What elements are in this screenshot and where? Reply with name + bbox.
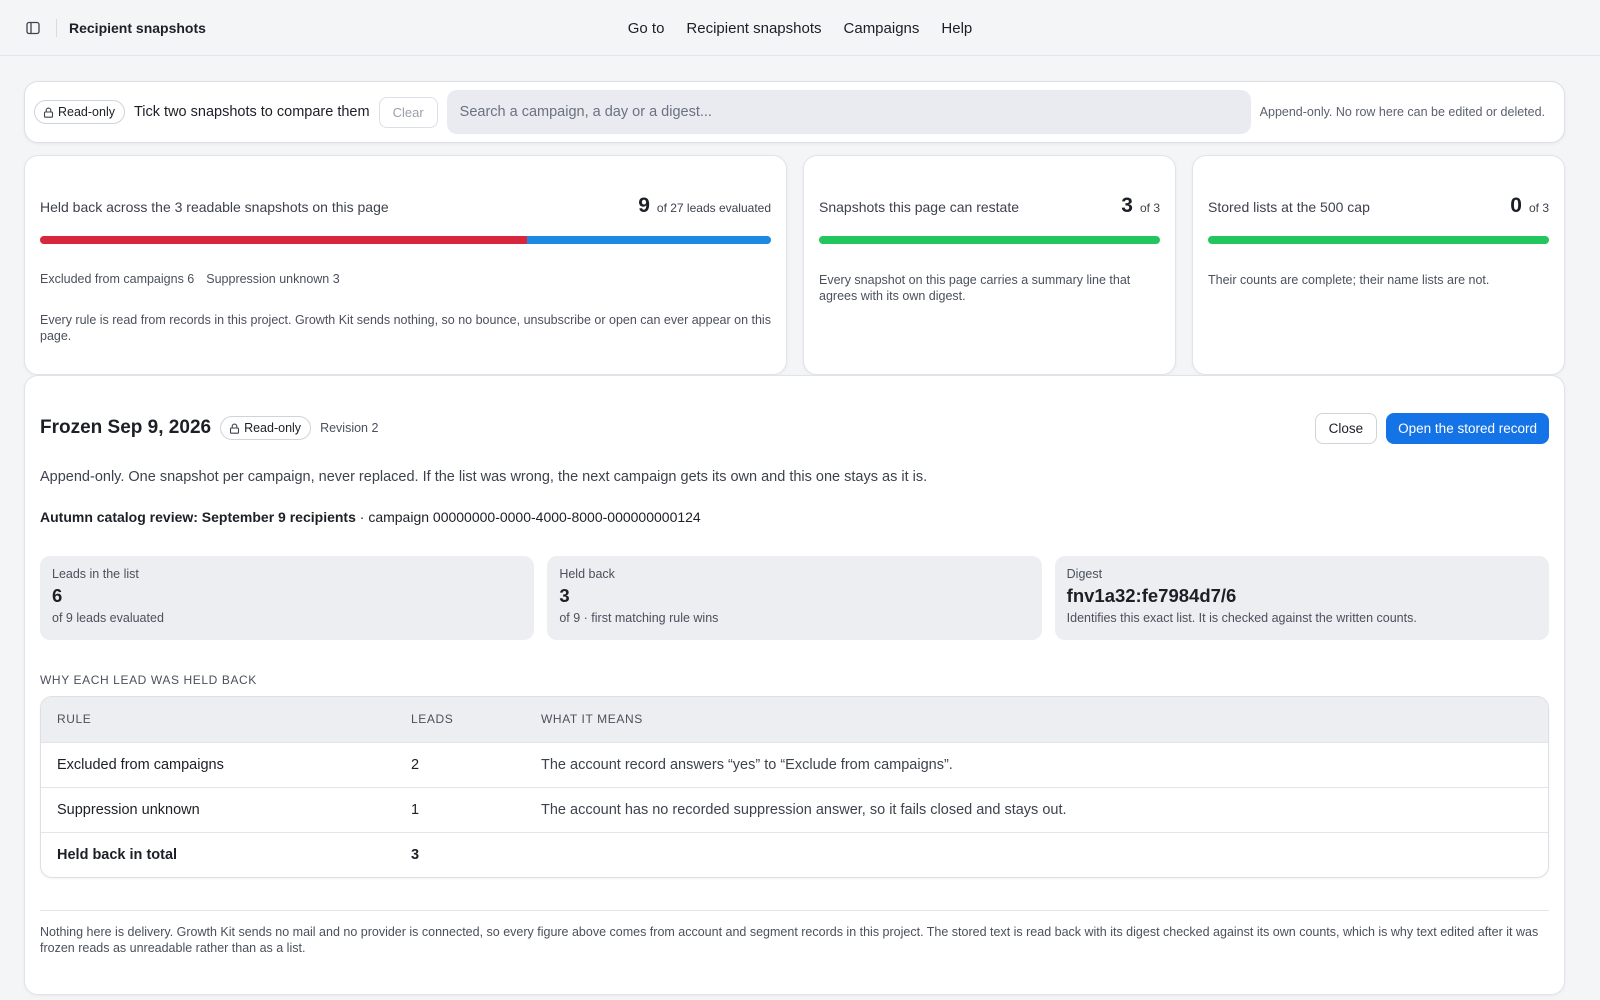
nav-help[interactable]: Help <box>941 20 972 37</box>
restate-of-text: of 3 <box>1139 201 1160 215</box>
append-only-note: Append-only. No row here can be edited o… <box>1259 105 1546 119</box>
column-header-meaning: What it means <box>525 697 1548 742</box>
held-back-description: Every rule is read from records in this … <box>40 313 771 343</box>
nav-go-to[interactable]: Go to <box>628 20 665 37</box>
held-back-legend: Excluded from campaigns 6 Suppression un… <box>40 272 771 286</box>
leads-cell: 2 <box>395 741 525 787</box>
restate-bar-fill <box>819 236 1160 244</box>
tile-sub: Identifies this exact list. It is checke… <box>1066 611 1417 625</box>
campaign-line: Autumn catalog review: September 9 recip… <box>40 509 1549 525</box>
tile-sub: of 9 · first matching rule wins <box>559 611 719 625</box>
restate-label: Snapshots this page can restate <box>819 199 1020 215</box>
cap-of-text: of 3 <box>1528 201 1549 215</box>
top-nav: Go to Recipient snapshots Campaigns Help <box>0 0 1600 56</box>
bar-segment-suppression-unknown <box>527 236 771 244</box>
held-back-table: Rule Leads What it means Excluded from c… <box>40 696 1549 878</box>
table-row: Suppression unknown 1 The account has no… <box>41 786 1548 832</box>
table-row: Excluded from campaigns 2 The account re… <box>41 741 1548 787</box>
open-stored-record-button[interactable]: Open the stored record <box>1386 412 1549 444</box>
close-button[interactable]: Close <box>1314 412 1378 444</box>
cap-value: 0 <box>1510 194 1522 217</box>
tile-digest: Digest fnv1a32:fe7984d7/6 Identifies thi… <box>1054 556 1549 640</box>
restate-card: Snapshots this page can restate 3 of 3 E… <box>803 155 1176 375</box>
snapshot-tiles: Leads in the list 6 of 9 leads evaluated… <box>40 556 1549 640</box>
cap-bar-fill <box>1208 236 1549 244</box>
column-header-rule: Rule <box>41 697 395 742</box>
column-header-leads: Leads <box>395 697 525 742</box>
section-heading: Why each lead was held back <box>40 673 257 687</box>
clear-button[interactable]: Clear <box>378 96 438 128</box>
snapshot-detail-panel: Frozen Sep 9, 2026 Read-only Revision 2 … <box>24 375 1565 995</box>
restate-value: 3 <box>1121 194 1133 217</box>
campaign-name: Autumn catalog review: September 9 recip… <box>40 509 356 525</box>
topbar-divider <box>56 18 57 37</box>
footer-note: Nothing here is delivery. Growth Kit sen… <box>40 910 1549 956</box>
table-total-row: Held back in total 3 <box>41 831 1548 877</box>
top-bar: Recipient snapshots Go to Recipient snap… <box>0 0 1600 56</box>
held-back-value: 9 <box>638 194 650 217</box>
meaning-cell: The account has no recorded suppression … <box>525 786 1548 832</box>
restate-description: Every snapshot on this page carries a su… <box>819 273 1131 303</box>
tile-value: 3 <box>559 585 570 606</box>
nav-campaigns[interactable]: Campaigns <box>844 20 920 37</box>
rule-cell: Held back in total <box>41 831 395 877</box>
restate-bar <box>819 236 1160 244</box>
held-back-card: Held back across the 3 readable snapshot… <box>24 155 787 375</box>
meaning-cell <box>525 831 1548 877</box>
read-only-badge-label: Read-only <box>58 105 115 119</box>
compare-hint: Tick two snapshots to compare them <box>133 104 370 120</box>
leads-cell: 1 <box>395 786 525 832</box>
meaning-cell: The account record answers “yes” to “Exc… <box>525 741 1548 787</box>
snapshot-description: Append-only. One snapshot per campaign, … <box>40 469 928 485</box>
nav-recipient-snapshots[interactable]: Recipient snapshots <box>686 20 821 37</box>
campaign-id: · campaign 00000000-0000-4000-8000-00000… <box>355 509 701 525</box>
held-back-bar <box>40 236 771 244</box>
snapshot-title: Frozen Sep 9, 2026 <box>40 417 212 438</box>
cap-card: Stored lists at the 500 cap 0 of 3 Their… <box>1192 155 1565 375</box>
read-only-badge: Read-only <box>34 100 125 124</box>
tile-sub: of 9 leads evaluated <box>52 611 164 625</box>
snapshot-read-only-badge: Read-only <box>220 416 312 440</box>
lock-icon <box>230 423 240 434</box>
snapshot-read-only-label: Read-only <box>244 421 302 435</box>
legend-excluded: Excluded from campaigns 6 <box>40 272 195 286</box>
tile-label: Held back <box>559 567 615 581</box>
tile-label: Leads in the list <box>52 567 139 581</box>
rule-cell: Excluded from campaigns <box>41 741 395 787</box>
rule-cell: Suppression unknown <box>41 786 395 832</box>
sidebar-toggle-icon[interactable] <box>24 19 42 37</box>
tile-leads-in-list: Leads in the list 6 of 9 leads evaluated <box>40 556 535 640</box>
table-header-row: Rule Leads What it means <box>41 697 1548 742</box>
app-title: Recipient snapshots <box>69 19 206 36</box>
tile-held-back: Held back 3 of 9 · first matching rule w… <box>547 556 1042 640</box>
tile-label: Digest <box>1066 567 1103 581</box>
filter-toolbar: Read-only Tick two snapshots to compare … <box>24 81 1565 143</box>
held-back-label: Held back across the 3 readable snapshot… <box>40 199 389 215</box>
cap-description: Their counts are complete; their name li… <box>1208 273 1490 287</box>
cap-bar <box>1208 236 1549 244</box>
search-input[interactable] <box>446 90 1251 134</box>
bar-segment-excluded-from-campaigns <box>40 236 528 244</box>
tile-value: fnv1a32:fe7984d7/6 <box>1066 585 1237 606</box>
cap-label: Stored lists at the 500 cap <box>1208 199 1370 215</box>
leads-cell: 3 <box>395 831 525 877</box>
revision-label: Revision 2 <box>320 421 379 435</box>
held-back-of-text: of 27 leads evaluated <box>656 201 771 215</box>
legend-suppression-unknown: Suppression unknown 3 <box>206 272 340 286</box>
tile-value: 6 <box>52 585 63 606</box>
lock-icon <box>43 107 54 118</box>
